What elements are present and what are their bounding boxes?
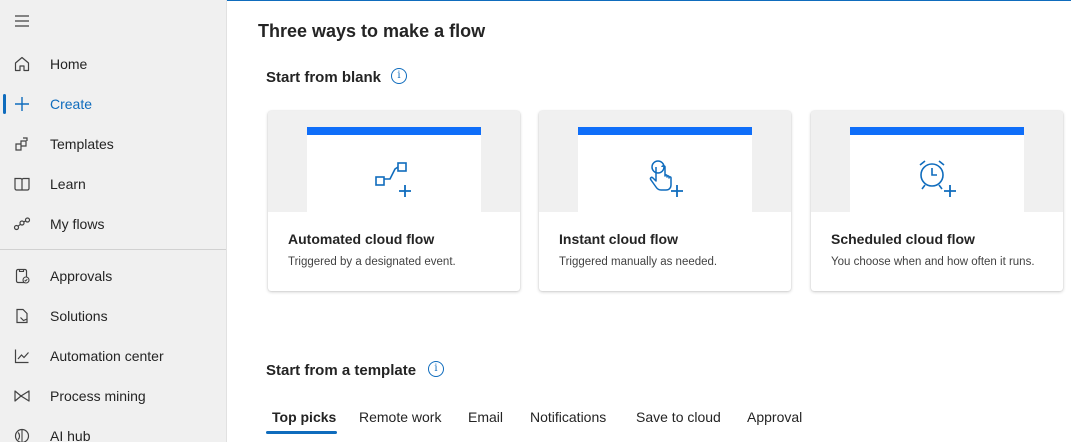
nav-item-my-flows[interactable]: My flows: [0, 204, 226, 244]
automated-cloud-flow-card[interactable]: Automated cloud flow Triggered by a desi…: [268, 111, 520, 291]
tab-email[interactable]: Email: [468, 409, 503, 425]
card-preview: [268, 111, 520, 212]
nav-item-ai-hub[interactable]: AI hub: [0, 416, 226, 442]
card-window: [850, 127, 1024, 212]
nav-item-create[interactable]: Create: [0, 84, 226, 124]
page-title: Three ways to make a flow: [258, 21, 486, 41]
automated-flow-icon: [375, 162, 411, 197]
approvals-icon: [12, 266, 32, 286]
tab-approval[interactable]: Approval: [747, 409, 802, 425]
selected-tab-indicator: [266, 431, 337, 434]
process-mining-icon: [12, 386, 32, 406]
info-icon[interactable]: i: [391, 68, 407, 84]
nav-item-approvals[interactable]: Approvals: [0, 256, 226, 296]
nav-item-label: Approvals: [50, 268, 113, 284]
plus-icon: [12, 94, 32, 114]
chart-line-icon: [12, 346, 32, 366]
card-description: You choose when and how often it runs.: [831, 256, 1035, 268]
nav-divider: [0, 249, 226, 250]
tab-notifications[interactable]: Notifications: [530, 409, 606, 425]
nav-item-templates[interactable]: Templates: [0, 124, 226, 164]
nav-item-solutions[interactable]: Solutions: [0, 296, 226, 336]
nav-item-label: Process mining: [50, 388, 146, 404]
solutions-icon: [12, 306, 32, 326]
card-window: [578, 127, 752, 212]
card-description: Triggered manually as needed.: [559, 256, 718, 268]
nav-item-label: AI hub: [50, 428, 91, 442]
main-content: Three ways to make a flow Start from bla…: [227, 0, 1071, 442]
nav-item-label: Learn: [50, 176, 86, 192]
card-accent-bar: [578, 127, 752, 135]
card-window: [307, 127, 481, 212]
nav-item-label: Home: [50, 56, 88, 72]
start-from-blank-heading: Start from blank: [266, 69, 382, 86]
home-icon: [12, 54, 32, 74]
nav-item-label: My flows: [50, 216, 105, 232]
instant-cloud-flow-card[interactable]: Instant cloud flow Triggered manually as…: [539, 111, 791, 291]
nav-item-label: Automation center: [50, 348, 164, 364]
nav-item-label: Templates: [50, 136, 114, 152]
nav-item-learn[interactable]: Learn: [0, 164, 226, 204]
nav-item-process-mining[interactable]: Process mining: [0, 376, 226, 416]
nav-item-label: Solutions: [50, 308, 108, 324]
hamburger-icon[interactable]: [12, 11, 32, 31]
nav-item-automation-center[interactable]: Automation center: [0, 336, 226, 376]
flow-icon: [12, 214, 32, 234]
card-description: Triggered by a designated event.: [288, 256, 456, 268]
alarm-clock-icon: [919, 160, 956, 197]
ai-hub-icon: [12, 426, 32, 442]
card-preview: [811, 111, 1063, 212]
card-title: Automated cloud flow: [288, 231, 435, 247]
info-icon[interactable]: i: [428, 361, 444, 377]
tab-save-to-cloud[interactable]: Save to cloud: [636, 409, 721, 425]
card-title: Instant cloud flow: [559, 231, 678, 247]
book-icon: [12, 174, 32, 194]
nav-item-home[interactable]: Home: [0, 44, 226, 84]
tab-remote-work[interactable]: Remote work: [359, 409, 441, 425]
left-navigation: Home Create Templates Learn My flows App…: [0, 0, 227, 442]
touch-hand-icon: [649, 160, 683, 197]
card-accent-bar: [307, 127, 481, 135]
card-accent-bar: [850, 127, 1024, 135]
start-from-template-heading: Start from a template: [266, 362, 417, 379]
scheduled-cloud-flow-card[interactable]: Scheduled cloud flow You choose when and…: [811, 111, 1063, 291]
card-title: Scheduled cloud flow: [831, 231, 975, 247]
templates-icon: [12, 134, 32, 154]
nav-item-label: Create: [50, 96, 93, 112]
card-preview: [539, 111, 791, 212]
tab-top-picks[interactable]: Top picks: [272, 409, 336, 425]
